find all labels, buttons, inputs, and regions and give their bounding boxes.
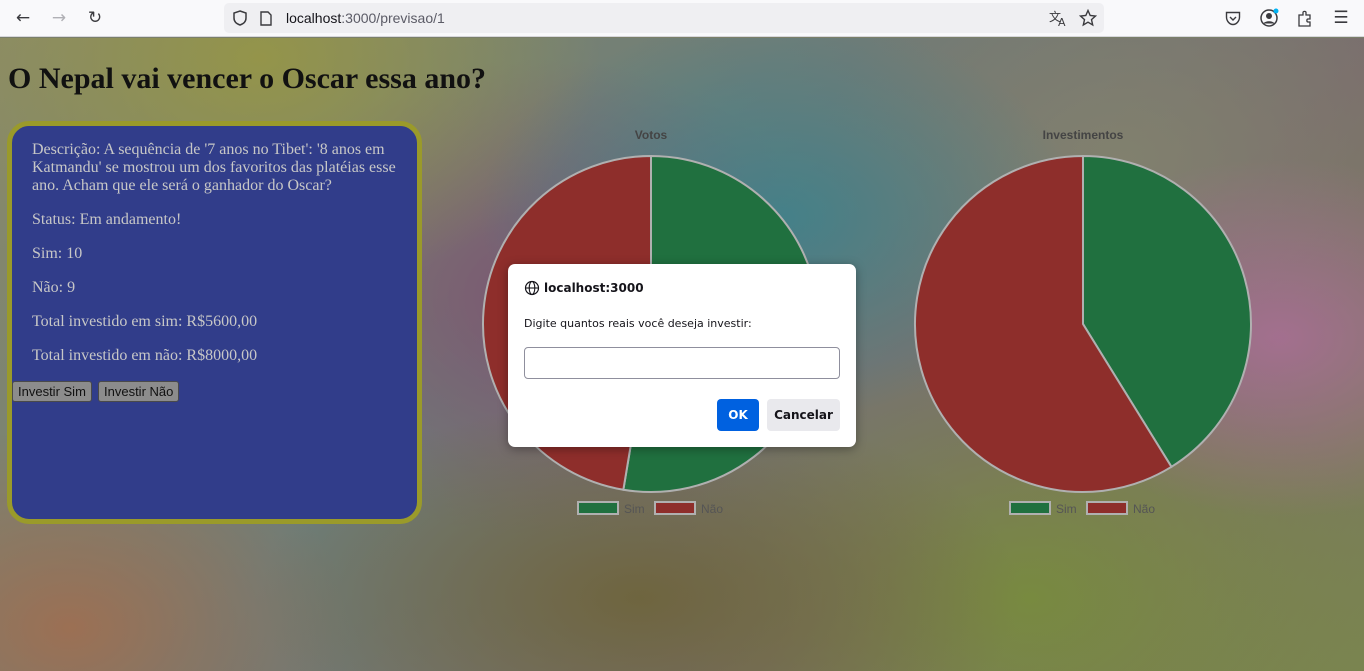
- status-text: Status: Em andamento!: [32, 211, 182, 228]
- browser-toolbar: ← → ↻ localhost:3000/previsao/1 文A ☰: [0, 0, 1364, 37]
- page-info-icon[interactable]: [256, 8, 276, 28]
- prediction-card: Descrição: A sequência de '7 anos no Tib…: [7, 121, 422, 524]
- legend-label[interactable]: Sim: [624, 502, 645, 516]
- legend-swatch[interactable]: [654, 501, 696, 515]
- globe-icon: [524, 280, 540, 296]
- extensions-icon[interactable]: [1292, 6, 1318, 30]
- legend-label[interactable]: Não: [701, 502, 723, 516]
- forward-arrow-icon[interactable]: →: [46, 6, 72, 30]
- legend-swatch[interactable]: [1009, 501, 1051, 515]
- invest-nao-button[interactable]: Investir Não: [98, 381, 180, 402]
- pie-chart-svg: Investimentos Sim Não: [914, 128, 1252, 516]
- back-arrow-icon[interactable]: ←: [10, 6, 36, 30]
- legend-label[interactable]: Não: [1133, 502, 1155, 516]
- invest-amount-input[interactable]: [524, 347, 840, 379]
- votes-sim-text: Sim: 10: [32, 245, 83, 262]
- legend-label[interactable]: Sim: [1056, 502, 1077, 516]
- translate-icon[interactable]: 文A: [1048, 8, 1068, 28]
- investments-chart: Investimentos Sim Não: [883, 124, 1283, 524]
- url-text[interactable]: localhost:3000/previsao/1: [286, 10, 445, 26]
- reload-icon[interactable]: ↻: [82, 6, 108, 30]
- legend-swatch[interactable]: [1086, 501, 1128, 515]
- url-bar[interactable]: localhost:3000/previsao/1 文A: [224, 3, 1104, 33]
- svg-text:A: A: [1058, 16, 1066, 27]
- total-nao-text: Total investido em não: R$8000,00: [32, 347, 258, 364]
- legend-swatch[interactable]: [577, 501, 619, 515]
- page-title: O Nepal vai vencer o Oscar essa ano?: [8, 62, 487, 95]
- total-sim-text: Total investido em sim: R$5600,00: [32, 313, 258, 330]
- dialog-origin: localhost:3000: [544, 281, 644, 295]
- invest-sim-button[interactable]: Investir Sim: [12, 381, 92, 402]
- hamburger-menu-icon[interactable]: ☰: [1328, 6, 1354, 30]
- prompt-dialog: localhost:3000 Digite quantos reais você…: [508, 264, 856, 447]
- cancel-button[interactable]: Cancelar: [767, 399, 840, 431]
- tracking-shield-icon[interactable]: [230, 8, 250, 28]
- pocket-icon[interactable]: [1220, 6, 1246, 30]
- chart-title: Votos: [635, 128, 668, 142]
- ok-button[interactable]: OK: [717, 399, 759, 431]
- bookmark-star-icon[interactable]: [1078, 8, 1098, 28]
- dialog-message: Digite quantos reais você deseja investi…: [524, 317, 752, 330]
- description-text: Descrição: A sequência de '7 anos no Tib…: [32, 141, 396, 194]
- account-icon[interactable]: [1256, 6, 1282, 30]
- votes-nao-text: Não: 9: [32, 279, 76, 296]
- chart-title: Investimentos: [1043, 128, 1124, 142]
